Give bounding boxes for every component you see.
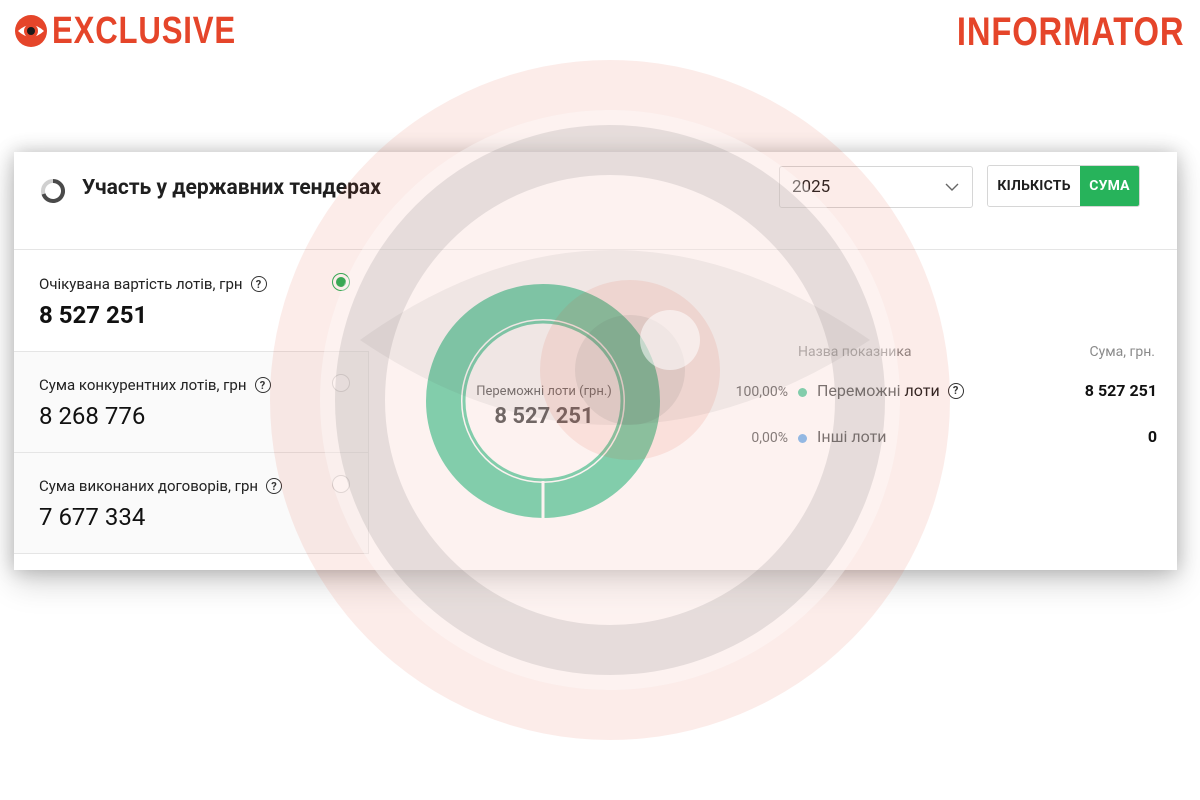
brand-right-text: INFORMATOR — [956, 10, 1184, 54]
donut-center-value: 8 527 251 — [494, 404, 594, 429]
metric-completed-contracts[interactable]: Сума виконаних договорів, грн ? 7 677 33… — [14, 453, 369, 554]
legend-column-sum: Сума, грн. — [1089, 344, 1155, 360]
brand-exclusive-logo: EXCLUSIVE — [14, 12, 276, 50]
metric-expected-value[interactable]: Очікувана вартість лотів, грн ? 8 527 25… — [14, 251, 369, 352]
widget-title: Участь у державних тендерах — [82, 176, 381, 200]
legend-percent: 100,00% — [735, 384, 788, 400]
legend-dot — [798, 388, 807, 397]
brand-left-text: EXCLUSIVE — [52, 10, 237, 52]
metric-label-text: Сума конкурентних лотів, грн — [39, 376, 247, 394]
metric-label: Сума конкурентних лотів, грн ? — [39, 376, 271, 394]
help-icon[interactable]: ? — [266, 478, 283, 494]
metric-label: Сума виконаних договорів, грн ? — [39, 477, 283, 495]
widget-header: Участь у державних тендерах 2025 КІЛЬКІС… — [14, 152, 1177, 250]
legend-name-text: Переможні лоти — [817, 381, 940, 400]
legend-name-text: Інші лоти — [817, 427, 887, 446]
donut-center-label: Переможні лоти (грн.) — [476, 384, 612, 399]
legend-name: Інші лоти — [817, 427, 887, 446]
metric-competitive-lots[interactable]: Сума конкурентних лотів, грн ? 8 268 776 — [14, 352, 369, 453]
tenders-widget-card: Участь у державних тендерах 2025 КІЛЬКІС… — [14, 152, 1177, 570]
legend-percent: 0,00% — [751, 430, 788, 446]
legend-value: 0 — [1147, 427, 1157, 446]
help-icon[interactable]: ? — [947, 382, 964, 399]
metric-label-text: Очікувана вартість лотів, грн — [39, 275, 243, 293]
sum-toggle-button[interactable]: СУМА — [1080, 166, 1139, 206]
legend-dot — [798, 434, 807, 443]
year-select-value: 2025 — [792, 177, 831, 197]
chevron-down-icon — [945, 183, 959, 191]
legend-row-other-lots[interactable]: 0,00% Інші лоти 0 — [714, 426, 1157, 450]
eye-logo-icon — [15, 15, 47, 47]
loading-ring-icon — [41, 178, 66, 203]
metric-value: 8 527 251 — [39, 301, 148, 329]
count-sum-toggle: КІЛЬКІСТЬ СУМА — [987, 165, 1140, 207]
legend-column-name: Назва показника — [798, 344, 912, 360]
metric-radio[interactable] — [332, 374, 350, 392]
legend-value: 8 527 251 — [1084, 381, 1157, 400]
help-icon[interactable]: ? — [250, 276, 267, 292]
metric-label-text: Сума виконаних договорів, грн — [39, 477, 259, 495]
metric-radio[interactable] — [332, 475, 350, 493]
metric-radio-selected[interactable] — [332, 273, 350, 291]
help-icon[interactable]: ? — [254, 377, 271, 393]
metric-label: Очікувана вартість лотів, грн ? — [39, 275, 267, 293]
donut-inner-ring — [462, 320, 624, 482]
count-toggle-button[interactable]: КІЛЬКІСТЬ — [988, 166, 1080, 206]
metric-value: 8 268 776 — [39, 402, 146, 430]
metric-value: 7 677 334 — [39, 503, 146, 531]
legend-name: Переможні лоти ? — [817, 381, 964, 400]
year-select[interactable]: 2025 — [779, 166, 973, 208]
legend-row-winning-lots[interactable]: 100,00% Переможні лоти ? 8 527 251 — [714, 380, 1157, 404]
donut-chart — [426, 284, 660, 518]
